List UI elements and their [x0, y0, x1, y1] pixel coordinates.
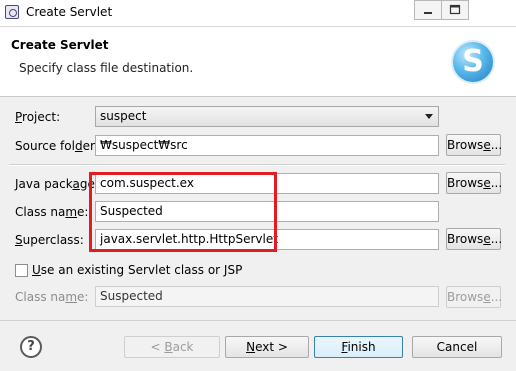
- back-button[interactable]: < Back: [124, 336, 220, 358]
- superclass-label: Superclass:: [15, 233, 84, 247]
- minimize-button[interactable]: [414, 0, 442, 20]
- browse-source-folder-button[interactable]: Browse...: [446, 134, 502, 156]
- page-description: Specify class file destination.: [19, 61, 194, 75]
- maximize-icon: [449, 4, 461, 15]
- source-folder-label: Source folder:: [15, 139, 99, 153]
- browse-superclass-button[interactable]: Browse...: [446, 228, 502, 250]
- wizard-header: Create Servlet Specify class file destin…: [0, 26, 516, 97]
- existing-class-name-label: Class name:: [15, 290, 89, 304]
- eclipse-app-icon: [5, 5, 19, 19]
- cancel-button[interactable]: Cancel: [412, 336, 502, 358]
- separator: [9, 164, 505, 166]
- next-button[interactable]: Next >: [225, 336, 309, 358]
- project-value: suspect: [100, 109, 147, 123]
- use-existing-checkbox[interactable]: [15, 264, 28, 277]
- servlet-logo-icon: S: [451, 40, 495, 84]
- project-select[interactable]: suspect: [95, 106, 439, 127]
- title-bar: Create Servlet: [0, 0, 516, 26]
- class-name-label: Class name:: [15, 205, 89, 219]
- window-title: Create Servlet: [26, 5, 113, 19]
- browse-package-button[interactable]: Browse...: [446, 172, 502, 194]
- highlight-box: [89, 172, 277, 252]
- use-existing-label[interactable]: Use an existing Servlet class or JSP: [32, 263, 242, 277]
- java-package-label: Java package:: [15, 177, 99, 191]
- maximize-button[interactable]: [441, 0, 469, 20]
- source-folder-field[interactable]: ₩suspect₩src: [95, 135, 439, 156]
- minimize-icon: [424, 12, 432, 14]
- browse-existing-button[interactable]: Browse...: [446, 286, 502, 308]
- help-icon[interactable]: ?: [20, 336, 42, 358]
- existing-class-name-field[interactable]: Suspected: [95, 286, 439, 307]
- project-label: Project:: [15, 110, 61, 124]
- footer-separator: [0, 320, 516, 321]
- chevron-down-icon: [425, 114, 433, 119]
- page-title: Create Servlet: [11, 38, 109, 52]
- finish-button[interactable]: Finish: [314, 336, 403, 358]
